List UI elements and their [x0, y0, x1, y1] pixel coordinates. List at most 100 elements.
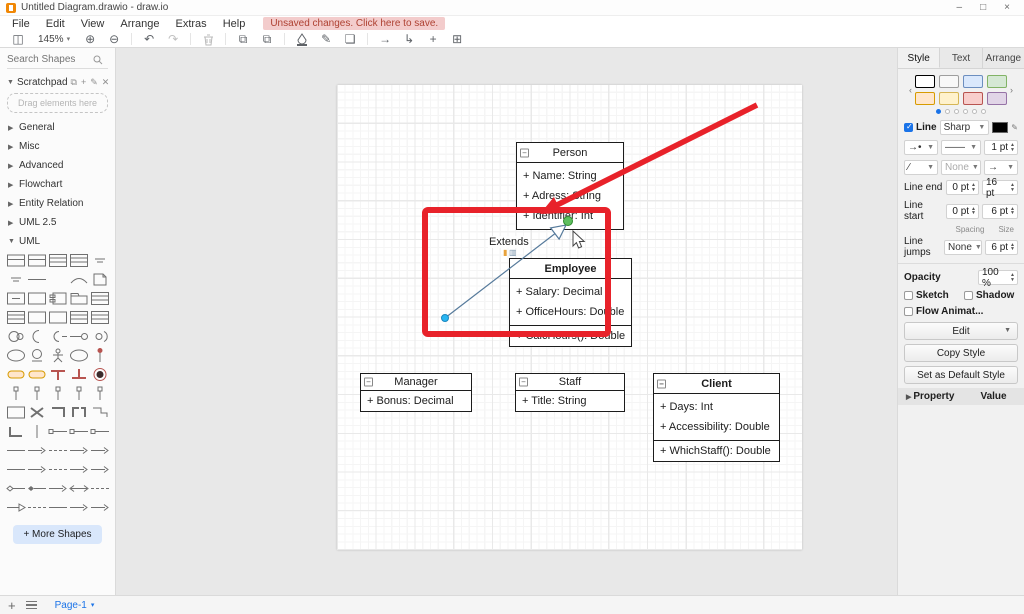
page-tab[interactable]: Page-1 ▾: [47, 598, 103, 613]
uml-curve-shape[interactable]: [68, 272, 89, 287]
uml-directed-4-shape[interactable]: [89, 462, 110, 477]
uml-boundary-shape[interactable]: [5, 405, 26, 420]
class-attribute[interactable]: + Identifier: Int: [517, 206, 623, 226]
collapse-icon[interactable]: −: [657, 379, 666, 388]
menu-arrange[interactable]: Arrange: [112, 18, 167, 30]
unsaved-changes-banner[interactable]: Unsaved changes. Click here to save.: [263, 17, 445, 30]
swatch-page-dot[interactable]: [936, 109, 941, 114]
style-swatch-purple[interactable]: [987, 92, 1007, 105]
scratchpad-close-icon[interactable]: ✕: [102, 77, 110, 88]
line-jumps-size-stepper[interactable]: 6 pt▲▼: [985, 240, 1018, 255]
uml-class-4-shape[interactable]: [68, 310, 89, 325]
shadow-checkbox[interactable]: [964, 291, 973, 300]
uml-dashed-link-shape[interactable]: [47, 443, 68, 458]
uml-activity-2-shape[interactable]: [26, 367, 47, 382]
toggle-panel-icon[interactable]: ◫: [8, 31, 28, 47]
uml-circle-shape[interactable]: [26, 348, 47, 363]
uml-provided-interface-shape[interactable]: [5, 329, 26, 344]
connection-style-dropdown[interactable]: →•▼: [904, 140, 938, 155]
class-attribute[interactable]: + Days: Int: [654, 397, 779, 417]
uml-rect-shape[interactable]: [26, 310, 47, 325]
uml-line-square-shape[interactable]: [47, 424, 68, 439]
sidebar-section-general[interactable]: ▶General: [0, 118, 115, 137]
sidebar-section-entity-relation[interactable]: ▶Entity Relation: [0, 194, 115, 213]
uml-class-employee[interactable]: Employee + Salary: Decimal + OfficeHours…: [509, 258, 632, 347]
uml-corner-2-shape[interactable]: [5, 424, 26, 439]
uml-directed-7-shape[interactable]: [89, 500, 110, 515]
style-swatch-blue[interactable]: [963, 75, 983, 88]
class-attribute[interactable]: + Salary: Decimal: [510, 282, 631, 302]
uml-class-manager[interactable]: − Manager + Bonus: Decimal: [360, 373, 472, 412]
uml-line-3-shape[interactable]: [47, 500, 68, 515]
uml-assembly-shape[interactable]: [89, 329, 110, 344]
uml-corner-shape[interactable]: [47, 405, 68, 420]
more-shapes-button[interactable]: + More Shapes: [13, 525, 101, 544]
swatch-page-dot[interactable]: [981, 109, 986, 114]
uml-class-person[interactable]: − Person + Name: String + Adress: String…: [516, 142, 624, 230]
uml-text-shape[interactable]: [89, 253, 110, 268]
maximize-button[interactable]: □: [980, 2, 986, 13]
swatch-page-dot[interactable]: [963, 109, 968, 114]
collapse-icon[interactable]: −: [520, 148, 529, 157]
uml-interface-shape[interactable]: [26, 253, 47, 268]
copy-style-button[interactable]: Copy Style: [904, 344, 1018, 362]
uml-pin-4-shape[interactable]: [68, 386, 89, 401]
swatch-page-dot[interactable]: [945, 109, 950, 114]
uml-component-shape[interactable]: [47, 291, 68, 306]
uml-lollipop-shape[interactable]: [68, 329, 89, 344]
set-default-style-button[interactable]: Set as Default Style: [904, 366, 1018, 384]
uml-dependency-shape[interactable]: [89, 481, 110, 496]
uml-fork-shape[interactable]: [47, 367, 68, 382]
class-method[interactable]: + CalcHours(): Double: [510, 326, 631, 346]
uml-actor-shape[interactable]: [47, 348, 68, 363]
uml-divided-rect-shape[interactable]: [89, 291, 110, 306]
class-attribute[interactable]: + Adress: String: [517, 186, 623, 206]
uml-line-1-shape[interactable]: [5, 462, 26, 477]
uml-directed-2-shape[interactable]: [89, 443, 110, 458]
search-shapes[interactable]: [7, 54, 108, 69]
line-start-size-stepper[interactable]: 6 pt▲▼: [982, 204, 1018, 219]
uml-object-2-shape[interactable]: [5, 291, 26, 306]
line-width-stepper[interactable]: 1 pt▲▼: [984, 140, 1018, 155]
scratchpad-drop-zone[interactable]: Drag elements here: [7, 93, 108, 113]
uml-class-3-shape[interactable]: [5, 310, 26, 325]
class-attribute[interactable]: + OfficeHours: Double: [510, 302, 631, 322]
sidebar-section-misc[interactable]: ▶Misc: [0, 137, 115, 156]
uml-directed-5-shape[interactable]: [47, 481, 68, 496]
line-color-swatch[interactable]: [992, 122, 1008, 133]
sidebar-section-flowchart[interactable]: ▶Flowchart: [0, 175, 115, 194]
swatch-prev-icon[interactable]: ‹: [909, 85, 912, 95]
menu-edit[interactable]: Edit: [38, 18, 73, 30]
class-attribute[interactable]: + Bonus: Decimal: [361, 391, 471, 411]
uml-class-2-shape[interactable]: [68, 253, 89, 268]
sidebar-section-uml25[interactable]: ▶UML 2.5: [0, 213, 115, 232]
scratchpad-header[interactable]: ▼ Scratchpad ⧉ + ✎ ✕: [0, 73, 115, 92]
scratchpad-help-icon[interactable]: ⧉: [71, 77, 77, 88]
menu-extras[interactable]: Extras: [168, 18, 215, 30]
menu-view[interactable]: View: [73, 18, 113, 30]
class-attribute[interactable]: + Name: String: [517, 166, 623, 186]
uml-destruction-shape[interactable]: [26, 405, 47, 420]
zoom-out-icon[interactable]: ⊖: [104, 31, 124, 47]
uml-hline-shape[interactable]: [26, 272, 47, 287]
arrow-end-dropdown[interactable]: →▼: [984, 160, 1018, 175]
opacity-stepper[interactable]: 100 %▲▼: [978, 270, 1018, 285]
uml-expansion-shape[interactable]: [68, 405, 89, 420]
line-pattern-dropdown[interactable]: ——▼: [941, 140, 981, 155]
tab-arrange[interactable]: Arrange: [983, 48, 1024, 68]
uml-rect-2-shape[interactable]: [47, 310, 68, 325]
uml-class-5-shape[interactable]: [89, 310, 110, 325]
uml-label-shape[interactable]: [5, 272, 26, 287]
uml-note-shape[interactable]: [89, 272, 110, 287]
uml-dashed-1-shape[interactable]: [47, 462, 68, 477]
uml-aggregation-shape[interactable]: [5, 481, 26, 496]
zoom-dropdown[interactable]: 145% ▾: [32, 34, 76, 45]
swatch-page-dot[interactable]: [972, 109, 977, 114]
uml-directed-1-shape[interactable]: [68, 443, 89, 458]
uml-directed-3-shape[interactable]: [68, 462, 89, 477]
table-icon[interactable]: ⊞: [447, 31, 467, 47]
waypoint-icon[interactable]: ↳: [399, 31, 419, 47]
flow-animation-checkbox[interactable]: [904, 307, 913, 316]
uml-pin-shape[interactable]: [5, 386, 26, 401]
edit-style-icon[interactable]: ✎: [316, 31, 336, 47]
